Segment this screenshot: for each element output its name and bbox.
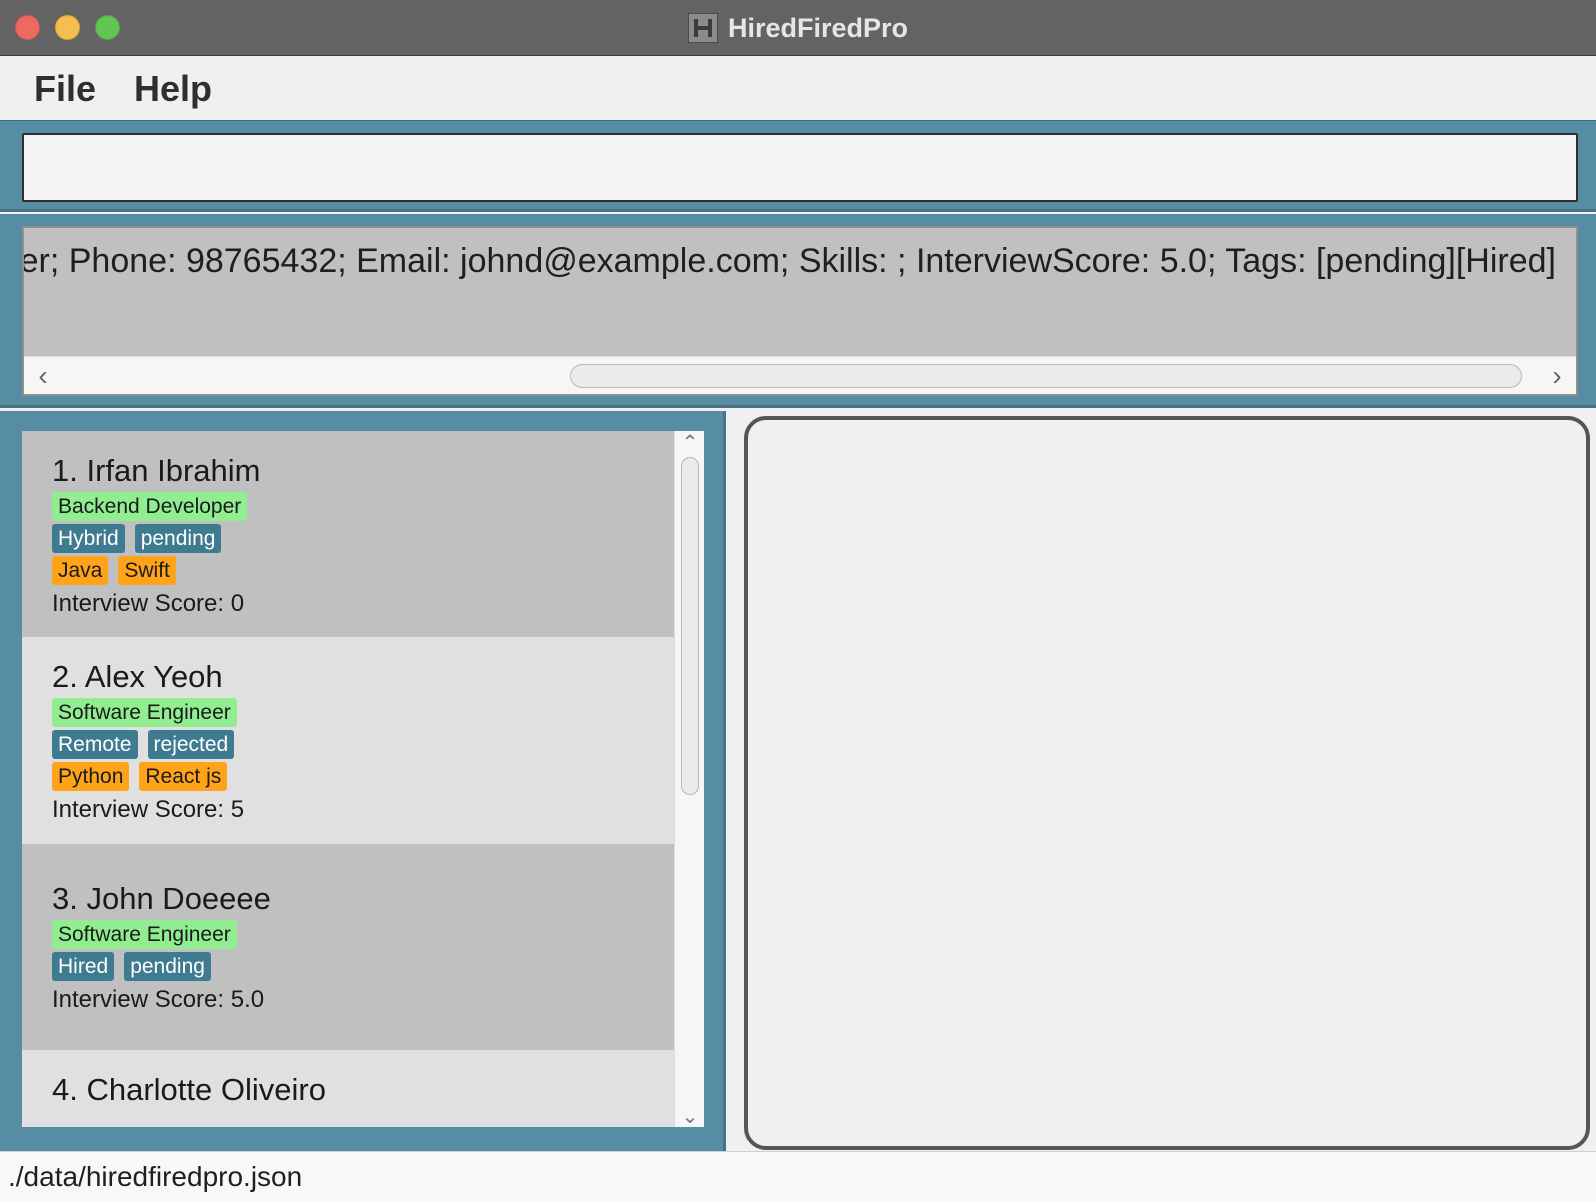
- window-title: HiredFiredPro: [727, 12, 909, 43]
- status-tags: Hybrid pending: [52, 524, 674, 553]
- person-name: 2. Alex Yeoh: [52, 659, 223, 694]
- status-tag: pending: [134, 524, 222, 553]
- skill-tag: Python: [52, 762, 130, 791]
- skill-tag: Java: [52, 556, 109, 585]
- list-vertical-scrollbar[interactable]: ⌃ ⌄: [674, 431, 704, 1127]
- status-tags: Remote rejected: [52, 730, 674, 759]
- app-window: HiredFiredPro File Help gineer; Phone: 9…: [0, 0, 1596, 1202]
- person-name: 4. Charlotte Oliveiro: [52, 1072, 326, 1107]
- person-list[interactable]: 1. Irfan Ibrahim Backend Developer Hybri…: [22, 431, 704, 1127]
- result-horizontal-scrollbar[interactable]: ‹ ›: [24, 356, 1576, 394]
- person-card[interactable]: 3. John Doeeee Software Engineer Hired p…: [22, 844, 674, 1050]
- role-tag: Backend Developer: [52, 492, 248, 521]
- result-text: gineer; Phone: 98765432; Email: johnd@ex…: [22, 242, 1556, 280]
- horizontal-scroll-thumb[interactable]: [570, 364, 1522, 388]
- person-card[interactable]: 1. Irfan Ibrahim Backend Developer Hybri…: [22, 431, 674, 637]
- menu-file[interactable]: File: [34, 68, 96, 110]
- role-tags: Backend Developer: [52, 492, 674, 521]
- result-display-panel: gineer; Phone: 98765432; Email: johnd@ex…: [0, 214, 1596, 408]
- person-detail-panel: [744, 416, 1590, 1150]
- role-tags: Software Engineer: [52, 920, 674, 949]
- interview-score: Interview Score: 5: [52, 796, 245, 823]
- person-name: 1. Irfan Ibrahim: [52, 453, 261, 488]
- person-card[interactable]: 4. Charlotte Oliveiro: [22, 1050, 674, 1127]
- role-tag: Software Engineer: [52, 920, 237, 949]
- status-tag: rejected: [147, 730, 235, 759]
- interview-score: Interview Score: 0: [52, 590, 245, 617]
- command-input[interactable]: [22, 133, 1578, 202]
- role-tags: Software Engineer: [52, 698, 674, 727]
- vertical-scroll-thumb[interactable]: [681, 457, 699, 795]
- status-bar: ./data/hiredfiredpro.json: [0, 1151, 1596, 1202]
- scroll-up-icon[interactable]: ⌃: [675, 431, 704, 454]
- scroll-down-icon[interactable]: ⌄: [675, 1105, 704, 1128]
- person-list-panel: 1. Irfan Ibrahim Backend Developer Hybri…: [0, 411, 726, 1151]
- scroll-right-icon[interactable]: ›: [1542, 357, 1572, 394]
- menu-help[interactable]: Help: [134, 68, 212, 110]
- command-box-panel: [0, 120, 1596, 212]
- skill-tag: Swift: [118, 556, 176, 585]
- person-card[interactable]: 2. Alex Yeoh Software Engineer Remote re…: [22, 637, 674, 844]
- title-container: HiredFiredPro: [0, 0, 1596, 56]
- skill-tag: React js: [139, 762, 228, 791]
- app-icon: [687, 13, 718, 43]
- status-tag: Hired: [52, 952, 115, 981]
- status-tag: pending: [124, 952, 211, 981]
- status-tag: Remote: [52, 730, 138, 759]
- result-display: gineer; Phone: 98765432; Email: johnd@ex…: [22, 226, 1578, 396]
- scroll-left-icon[interactable]: ‹: [28, 357, 58, 394]
- status-tag: Hybrid: [52, 524, 125, 553]
- menu-bar: File Help: [0, 57, 1596, 120]
- person-name: 3. John Doeeee: [52, 881, 271, 916]
- title-bar: HiredFiredPro: [0, 0, 1596, 56]
- interview-score: Interview Score: 5.0: [52, 986, 265, 1013]
- data-file-path: ./data/hiredfiredpro.json: [8, 1161, 303, 1192]
- role-tag: Software Engineer: [52, 698, 237, 727]
- skill-tags: Java Swift: [52, 556, 674, 585]
- status-tags: Hired pending: [52, 952, 674, 981]
- skill-tags: Python React js: [52, 762, 674, 791]
